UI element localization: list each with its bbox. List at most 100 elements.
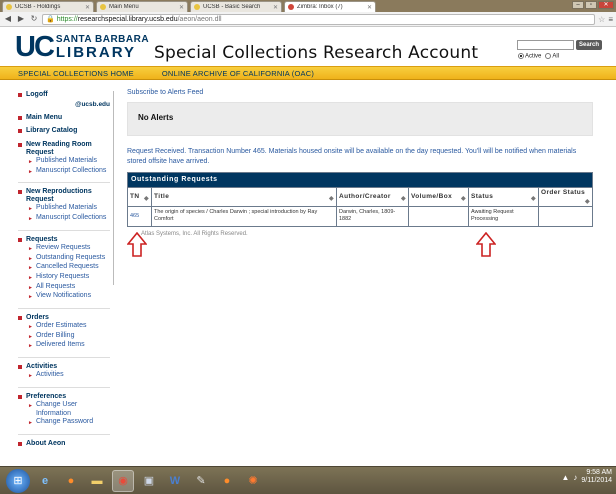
arrow-bullet-icon: ► xyxy=(28,373,33,380)
firefox-icon[interactable]: ● xyxy=(60,470,82,492)
radio-all[interactable]: All xyxy=(545,53,559,60)
about-aeon-link[interactable]: About Aeon xyxy=(18,440,110,448)
sort-icon[interactable]: ◆ xyxy=(329,195,334,202)
volume-icon[interactable]: ♪ xyxy=(573,473,577,482)
preferences-heading: Preferences xyxy=(18,393,110,401)
sidebar-section-preferences: Preferences ► Change User Information ► Ch… xyxy=(18,393,110,428)
navigation-bar: ◀ ▶ ↻ 🔒 https:// researchspecial.library… xyxy=(0,12,616,27)
tab-label: Zimbra: Inbox (7) xyxy=(297,4,343,10)
sidebar-item-delivered-items[interactable]: ► Delivered Items xyxy=(28,341,110,351)
subscribe-alerts-link[interactable]: Subscribe to Alerts Feed xyxy=(127,89,595,96)
logoff-link[interactable]: Logoff xyxy=(18,91,110,99)
folder-icon[interactable]: ▬ xyxy=(86,470,108,492)
confirmation-message: Request Received. Transaction Number 465… xyxy=(127,148,577,165)
feather-icon[interactable]: ✎ xyxy=(190,470,212,492)
network-icon[interactable]: ▲ xyxy=(561,473,569,482)
start-button-icon[interactable]: ⊞ xyxy=(6,468,30,493)
sidebar-item-change-user-information[interactable]: ► Change User Information xyxy=(28,401,110,418)
cell-tn[interactable]: 465 xyxy=(127,206,152,227)
arrow-bullet-icon: ► xyxy=(28,343,33,350)
column-header-author[interactable]: Author/Creator ◆ xyxy=(336,187,409,207)
arrow-bullet-icon: ► xyxy=(28,294,33,301)
sort-icon[interactable]: ◆ xyxy=(531,195,536,202)
search-button[interactable]: Search xyxy=(576,40,603,50)
arrow-bullet-icon: ► xyxy=(28,284,33,291)
sort-icon[interactable]: ◆ xyxy=(401,195,406,202)
address-bar[interactable]: 🔒 https:// researchspecial.library.ucsb.… xyxy=(42,13,596,25)
sidebar-item-activities[interactable]: ► Activities xyxy=(28,371,110,381)
user-email: @ucsb.edu xyxy=(75,101,110,108)
sidebar-item-manuscript-collections[interactable]: ► Manuscript Collections xyxy=(28,167,110,177)
radio-active[interactable]: Active xyxy=(518,53,541,60)
tab-basic-search[interactable]: UCSB - Basic Search ✕ xyxy=(190,1,282,12)
special-collections-home-link[interactable]: SPECIAL COLLECTIONS HOME xyxy=(18,69,134,78)
close-tab-icon[interactable]: ✕ xyxy=(85,4,90,11)
bookmark-star-icon[interactable]: ☆ xyxy=(598,15,605,24)
requests-heading: Requests xyxy=(18,236,110,244)
bullet-icon xyxy=(18,190,22,195)
maximize-icon[interactable]: ▫ xyxy=(585,1,597,9)
arrow-bullet-icon: ► xyxy=(28,324,33,331)
column-header-title[interactable]: Title ◆ xyxy=(151,187,337,207)
column-header-tn[interactable]: TN ◆ xyxy=(127,187,152,207)
sidebar-item-cancelled-requests[interactable]: ► Cancelled Requests xyxy=(28,263,110,273)
sidebar-item-change-password[interactable]: ► Change Password xyxy=(28,418,110,428)
sidebar-item-published-materials[interactable]: ► Published Materials xyxy=(28,204,110,214)
word-icon[interactable]: W xyxy=(164,470,186,492)
tab-label: UCSB - Basic Search xyxy=(203,4,261,10)
browser-window: UCSB - Holdings ✕ Main Menu ✕ UCSB - Bas… xyxy=(0,0,616,494)
main-menu-link[interactable]: Main Menu xyxy=(18,114,110,122)
close-tab-icon[interactable]: ✕ xyxy=(179,4,184,11)
oac-link[interactable]: ONLINE ARCHIVE OF CALIFORNIA (OAC) xyxy=(162,69,314,78)
new-reading-room-request-link[interactable]: New Reading Room Request xyxy=(18,141,110,157)
sidebar-item-order-billing[interactable]: ► Order Billing xyxy=(28,332,110,342)
tab-strip: UCSB - Holdings ✕ Main Menu ✕ UCSB - Bas… xyxy=(0,0,616,12)
tab-zimbra-inbox[interactable]: Zimbra: Inbox (7) ✕ xyxy=(284,1,376,12)
column-header-volume[interactable]: Volume/Box ◆ xyxy=(408,187,469,207)
internet-explorer-icon[interactable]: e xyxy=(34,470,56,492)
sidebar-divider xyxy=(113,91,114,285)
tab-ucsb-holdings[interactable]: UCSB - Holdings ✕ xyxy=(2,1,94,12)
clock-date: 9/11/2014 xyxy=(581,477,612,484)
sidebar-item-order-estimates[interactable]: ► Order Estimates xyxy=(28,322,110,332)
sidebar-item-outstanding-requests[interactable]: ► Outstanding Requests xyxy=(28,254,110,264)
close-window-icon[interactable]: ✕ xyxy=(598,1,614,9)
reload-icon[interactable]: ↻ xyxy=(29,14,39,24)
close-tab-icon[interactable]: ✕ xyxy=(367,4,372,11)
radio-off-icon xyxy=(545,53,552,59)
sidebar-item-history-requests[interactable]: ► History Requests xyxy=(28,273,110,283)
firefox-icon[interactable]: ● xyxy=(216,470,238,492)
sidebar-item-manuscript-collections[interactable]: ► Manuscript Collections xyxy=(28,214,110,224)
sidebar-item-view-notifications[interactable]: ► View Notifications xyxy=(28,292,110,302)
library-catalog-link[interactable]: Library Catalog xyxy=(18,127,110,135)
column-header-order-status[interactable]: Order Status ◆ xyxy=(538,187,593,207)
sidebar-item-review-requests[interactable]: ► Review Requests xyxy=(28,244,110,254)
new-reproductions-request-link[interactable]: New Reproductions Request xyxy=(18,188,110,204)
sidebar-section-requests: Requests ► Review Requests ► Outstanding R… xyxy=(18,236,110,302)
ucsb-library-logo[interactable]: UC SANTA BARBARA LIBRARY xyxy=(15,33,149,62)
app-window-icon[interactable]: ▣ xyxy=(138,470,160,492)
menu-icon[interactable]: ≡ xyxy=(608,15,613,24)
sort-icon[interactable]: ◆ xyxy=(144,195,149,202)
sidebar-separator xyxy=(18,229,110,231)
back-icon[interactable]: ◀ xyxy=(3,14,13,24)
logo-library: LIBRARY xyxy=(55,44,136,61)
tab-main-menu[interactable]: Main Menu ✕ xyxy=(96,1,188,12)
chrome-icon[interactable]: ◉ xyxy=(112,469,134,492)
sidebar-item-published-materials[interactable]: ► Published Materials xyxy=(28,157,110,167)
orders-heading: Orders xyxy=(18,314,110,322)
sidebar-separator xyxy=(18,357,110,359)
search-scope: Active All xyxy=(518,53,559,60)
sort-icon[interactable]: ◆ xyxy=(461,195,466,202)
sidebar-item-all-requests[interactable]: ► All Requests xyxy=(28,283,110,293)
minimize-icon[interactable]: – xyxy=(572,1,584,9)
close-tab-icon[interactable]: ✕ xyxy=(273,4,278,11)
bullet-icon xyxy=(18,237,22,242)
column-header-status[interactable]: Status ◆ xyxy=(468,187,539,207)
table-row: 465 The origin of species / Charles Darw… xyxy=(127,206,593,227)
clock[interactable]: 9:58 AM 9/11/2014 xyxy=(581,469,612,485)
sun-app-icon[interactable]: ✺ xyxy=(242,470,264,492)
sort-icon[interactable]: ◆ xyxy=(585,198,590,205)
search-input[interactable] xyxy=(517,40,574,50)
forward-icon[interactable]: ▶ xyxy=(16,14,26,24)
